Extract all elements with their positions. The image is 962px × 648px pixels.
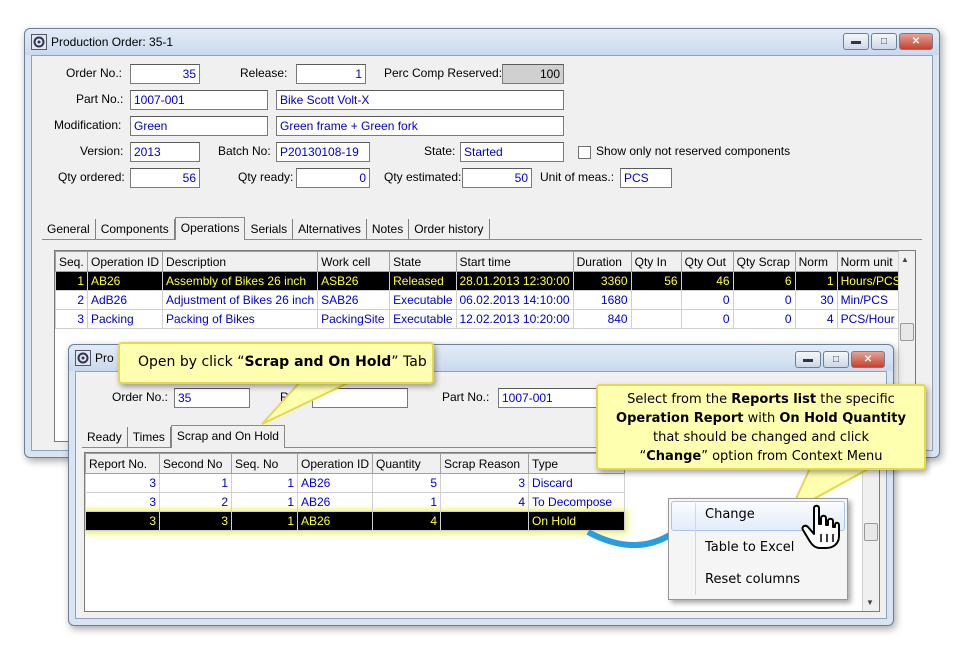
select-text-4: Operation Report: [616, 411, 744, 426]
tab-hint-text-post: ” Tab: [391, 354, 427, 370]
menu-gutter-divider: [695, 503, 696, 595]
select-text-3: the specific: [816, 392, 895, 407]
select-text-6: On Hold Quantity: [779, 411, 906, 426]
tab-hint-text-bold: Scrap and On Hold: [244, 354, 392, 370]
select-text-7: that should be changed and click: [653, 430, 869, 445]
select-text-2: Reports list: [731, 392, 817, 407]
select-text-10: ” option from Context Menu: [701, 449, 883, 464]
select-text-9: Change: [646, 449, 702, 464]
select-text-5: with: [743, 411, 780, 426]
hand-cursor-icon: [801, 504, 840, 549]
select-report-callout: Select from the Reports list the specifi…: [596, 384, 926, 470]
tab-hint-text-pre: Open by click “: [138, 354, 245, 370]
select-text-1: Select from the: [627, 392, 732, 407]
tab-hint-callout: Open by click “Scrap and On Hold” Tab: [118, 342, 434, 384]
tab-callout-pointer: [261, 381, 351, 425]
blue-arrow-line: [586, 525, 682, 549]
